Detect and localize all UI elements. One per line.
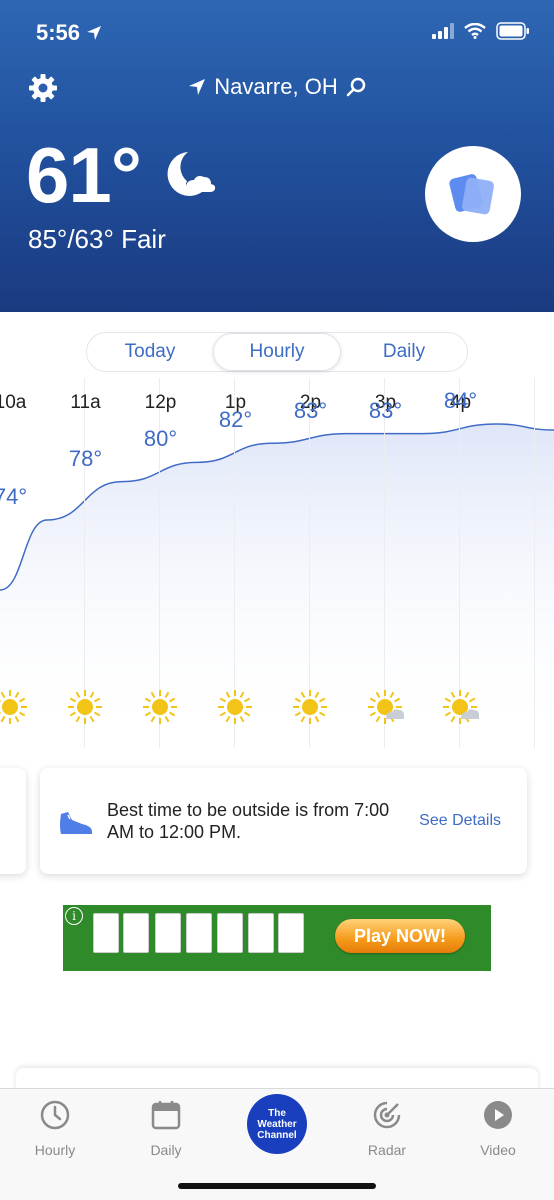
- hi-lo-condition: 85°/63° Fair: [28, 224, 166, 254]
- location-selector[interactable]: Navarre, OH: [0, 74, 554, 100]
- sun-icon: [141, 688, 179, 726]
- hour-temperature: 74°: [0, 484, 28, 509]
- sun-icon: [66, 688, 104, 726]
- ad-play-now-button[interactable]: Play NOW!: [335, 919, 465, 953]
- current-temperature: 61°: [26, 131, 142, 219]
- signal-icon: [432, 23, 454, 39]
- calendar-icon: [151, 1101, 181, 1130]
- best-time-text: Best time to be outside is from 7:00 AM …: [107, 800, 390, 842]
- status-time: 5:56: [36, 20, 102, 46]
- playing-card: [248, 913, 274, 953]
- moon-cloud-icon: [167, 152, 216, 196]
- battery-icon: [496, 22, 529, 40]
- playing-card: [217, 913, 243, 953]
- hour-time-label: 12p: [144, 392, 177, 413]
- ad-info-icon[interactable]: i: [65, 907, 83, 925]
- hour-column[interactable]: 4p 84°: [443, 378, 535, 748]
- hour-temperature: 83°: [293, 397, 328, 423]
- advertisement-banner[interactable]: i Play NOW!: [63, 905, 491, 971]
- twc-logo-text: The Weather Channel: [257, 1107, 297, 1141]
- hour-temperature: 83°: [368, 397, 403, 423]
- cards-icon: [449, 174, 494, 215]
- tabbar-video[interactable]: Video: [453, 1099, 543, 1158]
- tabbar-hourly-label: Hourly: [34, 1142, 76, 1158]
- playing-card: [155, 913, 181, 953]
- sun-icon: [291, 688, 329, 726]
- previous-card[interactable]: [0, 768, 26, 874]
- twc-logo-button[interactable]: The Weather Channel: [247, 1094, 307, 1154]
- partly-sunny-icon: [441, 688, 481, 726]
- sun-icon: [216, 688, 254, 726]
- sneaker-icon: [60, 812, 92, 834]
- location-name: Navarre, OH: [214, 74, 338, 99]
- weather-header: 5:56 Navarre, OH 61° 85°/63° Fair: [0, 0, 554, 312]
- search-icon[interactable]: [346, 77, 366, 97]
- tabbar-radar-label: Radar: [367, 1142, 407, 1158]
- cards-button[interactable]: [425, 146, 521, 242]
- tabbar-hourly[interactable]: Hourly: [10, 1099, 100, 1158]
- see-details-link[interactable]: See Details: [419, 812, 501, 830]
- playing-card: [186, 913, 212, 953]
- status-icons: [432, 22, 530, 40]
- location-arrow-icon: [87, 26, 102, 40]
- tabbar-video-label: Video: [480, 1142, 516, 1158]
- best-time-card[interactable]: Best time to be outside is from 7:00 AM …: [40, 768, 527, 874]
- tab-daily[interactable]: Daily: [341, 333, 467, 371]
- hour-temperature: 84°: [443, 388, 478, 413]
- hour-temperature: 78°: [68, 445, 103, 471]
- play-icon: [484, 1101, 512, 1129]
- tabbar-daily[interactable]: Daily: [121, 1099, 211, 1158]
- tab-today[interactable]: Today: [87, 333, 213, 371]
- playing-card-king: [278, 913, 304, 953]
- forecast-tabs: Today Hourly Daily: [86, 332, 468, 372]
- status-bar: 5:56: [0, 0, 554, 66]
- playing-card-king: [93, 913, 119, 953]
- hourly-forecast[interactable]: 10a74°11a78°12p80°1p82°2p83°3p83°4p84°: [0, 378, 554, 748]
- clock-icon: [40, 1100, 70, 1130]
- partly-sunny-icon: [366, 688, 406, 726]
- status-time-text: 5:56: [36, 20, 81, 45]
- hour-temperature: 82°: [218, 407, 253, 433]
- playing-card: [123, 913, 149, 953]
- sun-icon: [0, 688, 29, 726]
- radar-icon: [373, 1101, 401, 1129]
- hour-temperature: 80°: [143, 426, 178, 452]
- wifi-icon: [464, 23, 486, 39]
- tabbar-daily-label: Daily: [150, 1142, 182, 1158]
- tabbar-radar[interactable]: Radar: [342, 1099, 432, 1158]
- hour-time-label: 10a: [0, 392, 27, 413]
- tab-hourly[interactable]: Hourly: [213, 333, 341, 371]
- hour-time-label: 11a: [70, 392, 101, 413]
- home-indicator: [178, 1183, 376, 1189]
- navigation-arrow-icon: [189, 79, 206, 95]
